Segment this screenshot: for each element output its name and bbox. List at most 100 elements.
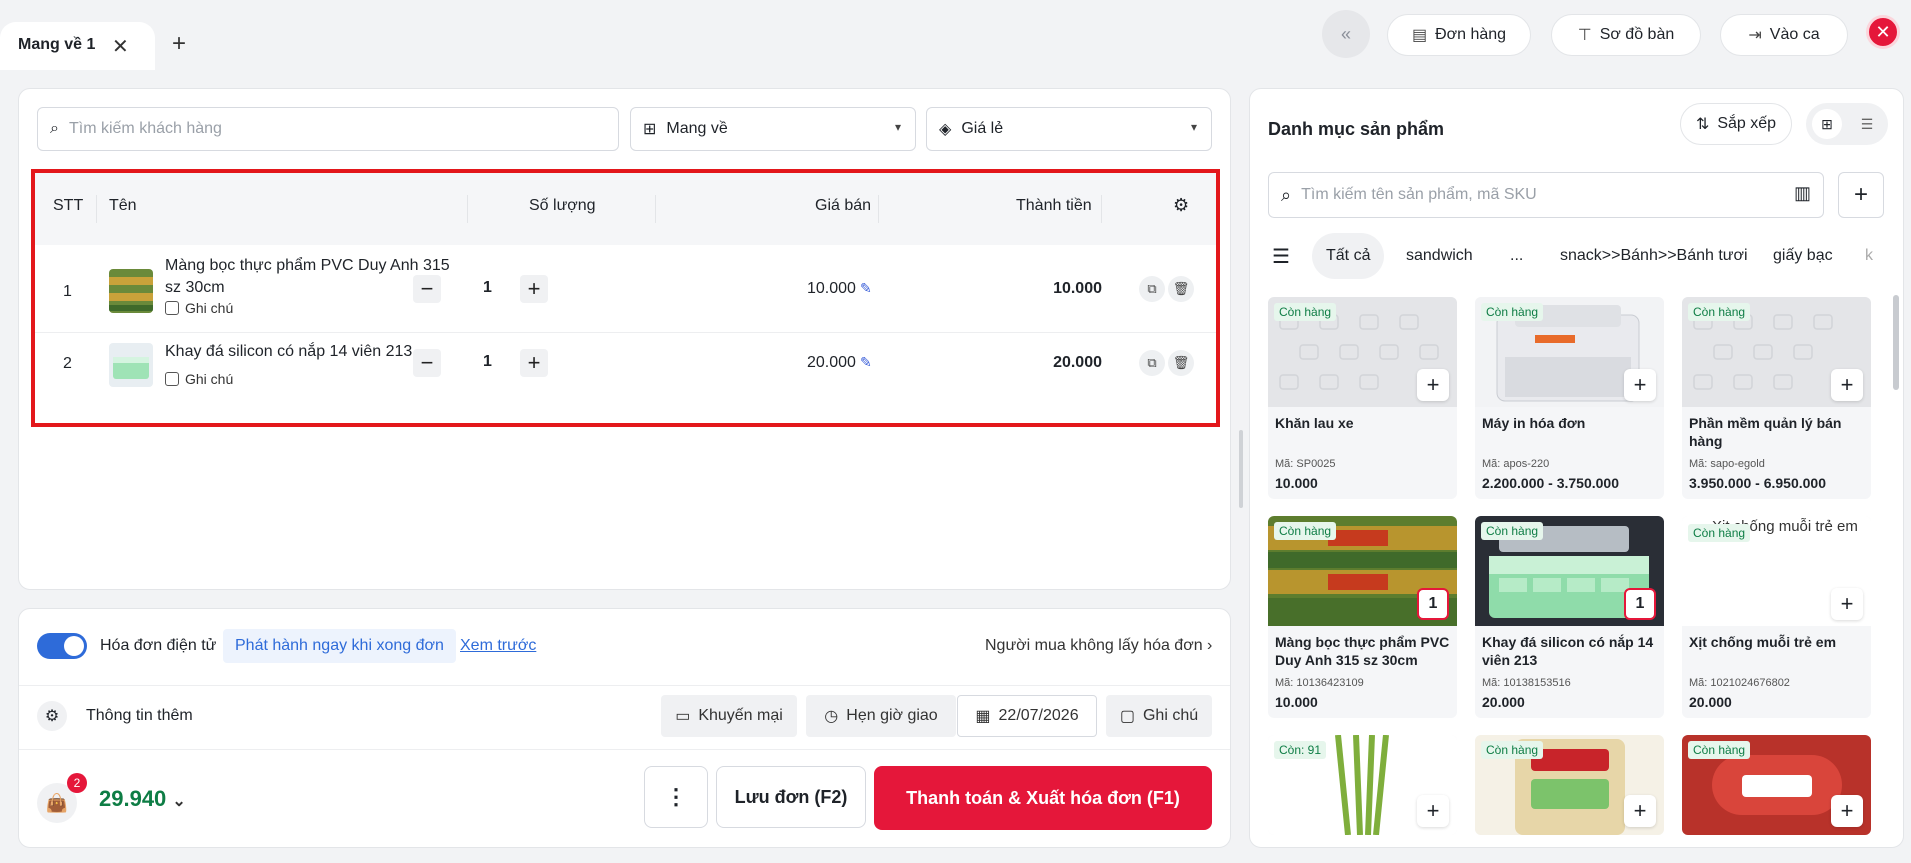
product-card[interactable]: Xịt chống muỗi trẻ em Còn hàng + Xịt chố… [1682, 516, 1871, 718]
save-order-button[interactable]: Lưu đơn (F2) [716, 766, 866, 828]
product-thumbnail [109, 269, 153, 313]
note-button[interactable]: Ghi chú [165, 300, 233, 316]
shift-button[interactable]: ⇥ Vào ca [1720, 14, 1848, 56]
checkout-panel: Hóa đơn điện tử Phát hành ngay khi xong … [18, 608, 1231, 848]
catalog-scrollbar[interactable] [1893, 295, 1899, 390]
quantity-value[interactable]: 1 [483, 353, 492, 371]
bag-icon: ⊞ [643, 121, 657, 138]
add-to-cart-button[interactable]: + [1624, 795, 1656, 827]
category-item[interactable]: snack>>Bánh>>Bánh tươi [1560, 233, 1748, 279]
product-name: Khăn lau xe [1275, 415, 1354, 431]
product-sku: Mã: 10136423109 [1275, 677, 1364, 689]
note-icon [165, 301, 179, 315]
product-price: 10.000 [1275, 694, 1318, 710]
e-invoice-toggle[interactable] [37, 633, 87, 659]
schedule-button[interactable]: ◷ Hẹn giờ giao [806, 695, 956, 737]
stock-badge: Còn hàng [1481, 303, 1544, 321]
price-value[interactable]: 10.000 ✎ [807, 280, 872, 298]
category-item[interactable]: ... [1510, 233, 1523, 279]
grid-view-icon[interactable]: ⊞ [1812, 109, 1842, 139]
add-product-button[interactable]: + [1838, 172, 1884, 218]
note-button[interactable]: Ghi chú [165, 371, 233, 387]
quantity-value[interactable]: 1 [483, 279, 492, 297]
close-icon[interactable]: ✕ [1866, 15, 1900, 49]
product-card[interactable]: Còn hàng + [1475, 735, 1664, 835]
duplicate-icon[interactable]: ⧉ [1139, 350, 1165, 376]
product-card[interactable]: Còn hàng + Máy in hóa đơn Mã: apos-220 2… [1475, 297, 1664, 499]
cart-quantity-badge[interactable]: 1 [1624, 588, 1656, 620]
cart-quantity-badge[interactable]: 1 [1417, 588, 1449, 620]
trash-icon[interactable]: 🗑 [1168, 276, 1194, 302]
add-to-cart-button[interactable]: + [1417, 369, 1449, 401]
duplicate-icon[interactable]: ⧉ [1139, 276, 1165, 302]
add-to-cart-button[interactable]: + [1831, 588, 1863, 620]
trash-icon[interactable]: 🗑 [1168, 350, 1194, 376]
note-button[interactable]: ▢ Ghi chú [1106, 695, 1212, 737]
product-price: 10.000 [1275, 475, 1318, 491]
date-picker[interactable]: ▦ 22/07/2026 [957, 695, 1097, 737]
preview-link[interactable]: Xem trước [460, 637, 536, 655]
more-options-button[interactable]: ⋮ [644, 766, 708, 828]
table-row: 1 Màng bọc thực phẩm PVC Duy Anh 315 sz … [35, 245, 1216, 333]
stock-badge: Còn: 91 [1274, 741, 1327, 759]
add-to-cart-button[interactable]: + [1624, 369, 1656, 401]
product-sku: Mã: sapo-egold [1689, 458, 1765, 470]
chevron-down-icon: ⌄ [172, 793, 186, 810]
increase-button[interactable]: + [520, 349, 548, 377]
menu-icon[interactable]: ☰ [1272, 233, 1290, 279]
decrease-button[interactable]: − [413, 275, 441, 303]
barcode-icon[interactable]: ▥ [1794, 183, 1811, 204]
product-search-input[interactable]: ⌕ Tìm kiếm tên sản phẩm, mã SKU ▥ [1268, 172, 1824, 218]
category-item[interactable]: giấy bạc [1773, 233, 1833, 279]
promotion-button[interactable]: ▭ Khuyến mại [661, 695, 797, 737]
gear-icon[interactable]: ⚙ [37, 701, 67, 731]
list-view-icon[interactable]: ☰ [1852, 109, 1882, 139]
issue-option-chip[interactable]: Phát hành ngay khi xong đơn [223, 629, 456, 663]
collapse-button[interactable]: « [1322, 10, 1370, 58]
product-sku: Mã: 10138153516 [1482, 677, 1571, 689]
table-map-label: Sơ đồ bàn [1599, 26, 1675, 43]
close-tab-icon[interactable]: ✕ [112, 34, 129, 59]
stock-badge: Còn hàng [1688, 741, 1751, 759]
stock-badge: Còn hàng [1274, 303, 1337, 321]
view-switcher: ⊞ ☰ [1806, 103, 1888, 145]
cart-table-header: STT Tên Số lượng Giá bán Thành tiền ⚙ [35, 173, 1216, 245]
buyer-no-invoice-link[interactable]: Người mua không lấy hóa đơn › [985, 637, 1212, 655]
category-all[interactable]: Tất cả [1312, 233, 1385, 279]
shift-label: Vào ca [1769, 26, 1820, 43]
product-name: Màng bọc thực phẩm PVC Duy Anh 315 sz 30… [1275, 634, 1450, 668]
increase-button[interactable]: + [520, 275, 548, 303]
total-amount[interactable]: 29.940 ⌄ [99, 786, 186, 812]
category-item[interactable]: sandwich [1406, 233, 1473, 279]
col-quantity: Số lượng [529, 197, 596, 214]
product-card[interactable]: Còn: 91 + [1268, 735, 1457, 835]
table-map-button[interactable]: ⊤ Sơ đồ bàn [1551, 14, 1701, 56]
customer-search-input[interactable]: ⌕ Tìm kiếm khách hàng [37, 107, 619, 151]
extra-info-label[interactable]: Thông tin thêm [86, 707, 193, 725]
product-card[interactable]: Còn hàng 1 Khay đá silicon có nắp 14 viê… [1475, 516, 1664, 718]
price-list-select[interactable]: ◈ Giá lẻ ▾ [926, 107, 1212, 151]
add-tab-icon[interactable]: + [172, 30, 186, 58]
col-name: Tên [109, 197, 137, 214]
price-value[interactable]: 20.000 ✎ [807, 354, 872, 372]
pay-invoice-button[interactable]: Thanh toán & Xuất hóa đơn (F1) [874, 766, 1212, 830]
product-card[interactable]: Còn hàng 1 Màng bọc thực phẩm PVC Duy An… [1268, 516, 1457, 718]
panel-resize-handle[interactable] [1239, 430, 1243, 508]
product-card[interactable]: Còn hàng + [1682, 735, 1871, 835]
add-to-cart-button[interactable]: + [1831, 795, 1863, 827]
gear-icon[interactable]: ⚙ [1173, 195, 1189, 216]
add-to-cart-button[interactable]: + [1417, 795, 1449, 827]
orders-button[interactable]: ▤ Đơn hàng [1387, 14, 1531, 56]
add-to-cart-button[interactable]: + [1831, 369, 1863, 401]
product-sku: Mã: SP0025 [1275, 458, 1336, 470]
decrease-button[interactable]: − [413, 349, 441, 377]
order-type-select[interactable]: ⊞ Mang về ▾ [630, 107, 916, 151]
chevron-right-icon: › [1207, 637, 1213, 654]
double-chevron-left-icon: « [1340, 23, 1351, 44]
category-item[interactable]: k [1865, 233, 1873, 279]
sort-button[interactable]: ⇅ Sắp xếp [1680, 103, 1792, 145]
product-card[interactable]: Còn hàng + Khăn lau xe Mã: SP0025 10.000 [1268, 297, 1457, 499]
order-tab[interactable]: Mang về 1 ✕ [0, 22, 155, 70]
product-card[interactable]: Còn hàng + Phần mềm quản lý bán hàng Mã:… [1682, 297, 1871, 499]
calendar-icon: ▦ [975, 708, 991, 725]
